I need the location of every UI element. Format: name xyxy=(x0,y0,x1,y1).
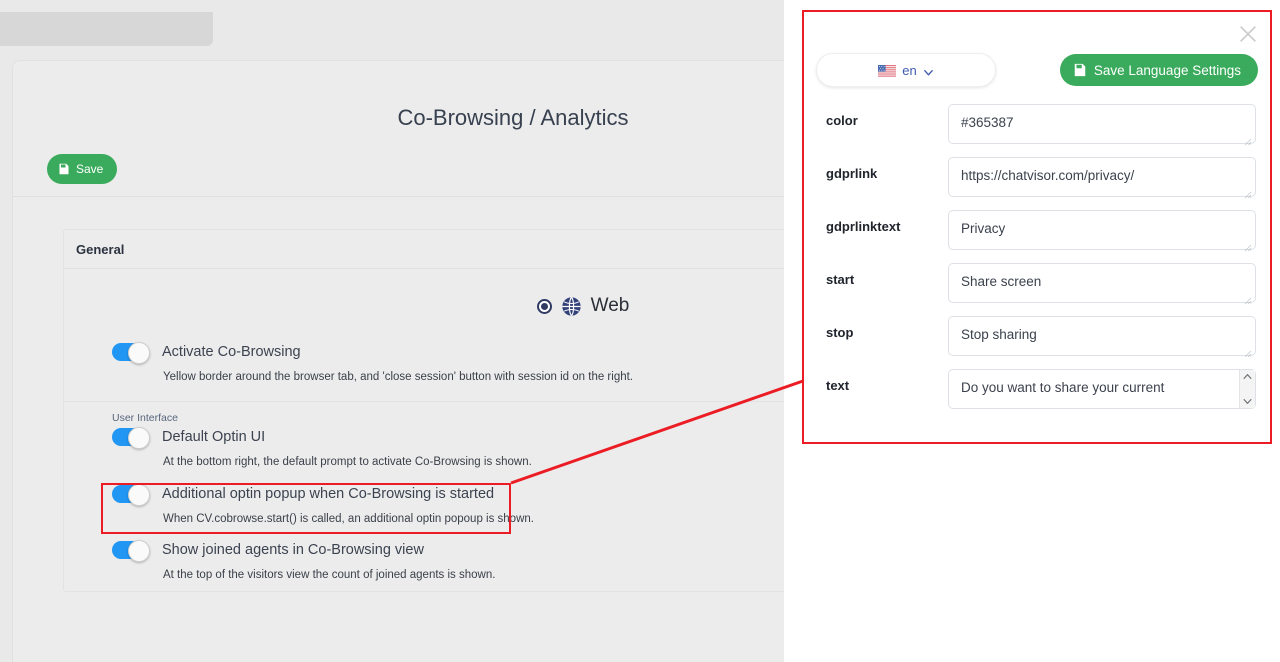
save-language-settings-button[interactable]: Save Language Settings xyxy=(1059,54,1258,86)
field-start: start Share screen xyxy=(804,263,1270,305)
field-input-color[interactable]: #365387 xyxy=(948,104,1256,144)
field-label: color xyxy=(826,113,858,128)
field-input-gdprlink[interactable]: https://chatvisor.com/privacy/ xyxy=(948,157,1256,197)
field-input-start[interactable]: Share screen xyxy=(948,263,1256,303)
language-fields: color #365387 gdprlink https://chatvisor… xyxy=(804,104,1270,422)
field-input-stop[interactable]: Stop sharing xyxy=(948,316,1256,356)
close-icon[interactable] xyxy=(1235,21,1261,47)
field-label: text xyxy=(826,378,850,393)
field-input-text[interactable]: Do you want to share your current xyxy=(948,369,1256,409)
scroll-up-icon[interactable] xyxy=(1243,373,1252,380)
setting-title: Activate Co-Browsing xyxy=(162,344,301,360)
toggle-additional-optin-popup[interactable] xyxy=(112,484,150,506)
save-button[interactable]: Save xyxy=(47,154,118,184)
toggle-default-optin-ui[interactable] xyxy=(112,427,150,449)
resize-grip-icon[interactable] xyxy=(1244,186,1252,199)
topbar-placeholder-block xyxy=(0,12,213,46)
language-settings-modal: en Save Language Settings color #365387 … xyxy=(802,10,1272,444)
language-code-label: en xyxy=(902,62,917,78)
save-icon xyxy=(1073,63,1087,77)
field-label: gdprlinktext xyxy=(826,219,901,234)
field-gdprlinktext: gdprlinktext Privacy xyxy=(804,210,1270,252)
modal-toolbar: en Save Language Settings xyxy=(804,50,1270,90)
setting-title: Show joined agents in Co-Browsing view xyxy=(162,542,424,558)
setting-title: Additional optin popup when Co-Browsing … xyxy=(162,486,495,502)
radio-indicator[interactable] xyxy=(536,298,552,314)
language-select[interactable]: en xyxy=(816,53,996,87)
globe-icon xyxy=(561,296,582,317)
resize-grip-icon[interactable] xyxy=(1244,133,1252,146)
field-label: gdprlink xyxy=(826,166,878,181)
us-flag-icon xyxy=(878,64,897,77)
channel-label: Web xyxy=(590,295,630,316)
chevron-down-icon xyxy=(923,65,934,76)
save-button-label: Save xyxy=(76,162,104,176)
scroll-down-icon[interactable] xyxy=(1243,398,1252,405)
save-icon xyxy=(58,163,70,175)
field-input-gdprlinktext[interactable]: Privacy xyxy=(948,210,1256,250)
field-stop: stop Stop sharing xyxy=(804,316,1270,358)
field-text: text Do you want to share your current xyxy=(804,369,1270,409)
field-label: stop xyxy=(826,325,854,340)
field-label: start xyxy=(826,272,855,287)
save-language-settings-label: Save Language Settings xyxy=(1093,62,1241,78)
screen-root: Co-Browsing / Analytics Save General Web… xyxy=(0,0,1280,662)
field-gdprlink: gdprlink https://chatvisor.com/privacy/ xyxy=(804,157,1270,199)
toggle-show-joined-agents[interactable] xyxy=(112,540,150,562)
field-color: color #365387 xyxy=(804,104,1270,146)
resize-grip-icon[interactable] xyxy=(1244,239,1252,252)
resize-grip-icon[interactable] xyxy=(1244,292,1252,305)
resize-grip-icon[interactable] xyxy=(1244,345,1252,358)
setting-title: Default Optin UI xyxy=(162,429,266,445)
toggle-activate-cobrowsing[interactable] xyxy=(112,342,150,364)
field-text-scrollbar[interactable] xyxy=(1239,370,1255,408)
